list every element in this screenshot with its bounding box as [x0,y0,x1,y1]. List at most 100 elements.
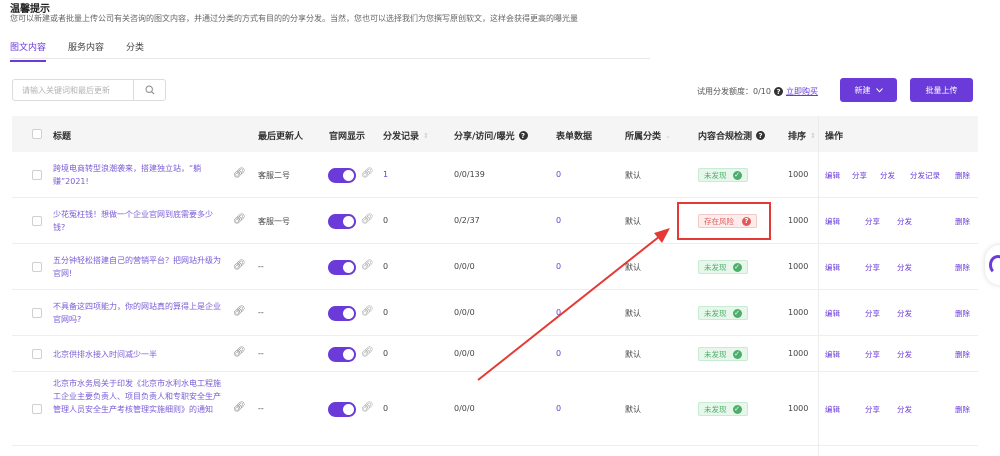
row-action-1[interactable]: 分享 [865,308,880,319]
row-form-data[interactable]: 0 [556,170,561,179]
link-icon[interactable]: 🔗︎ [233,306,246,317]
search-button[interactable] [133,80,165,100]
row-action-0[interactable]: 编辑 [825,262,840,273]
buy-now-link[interactable]: 立即购买 [786,86,818,97]
row-action-2[interactable]: 分发 [897,216,912,227]
content-management-page: 温馨提示 您可以新建或者批量上传公司有关咨询的图文内容，并通过分类的方式有目的的… [0,0,1000,456]
search-input[interactable] [13,80,134,100]
row-checkbox[interactable] [32,349,42,359]
check-icon: ✓ [732,262,742,272]
row-title[interactable]: 北京供排水接入时间减少一半 [53,348,225,361]
help-icon[interactable]: ? [756,131,766,140]
row-share-stats: 0/0/0 [454,262,475,271]
site-display-toggle[interactable] [328,401,356,417]
row-action-3[interactable]: 删除 [955,349,970,360]
link-icon[interactable]: 🔗︎ [233,260,246,271]
row-action-2[interactable]: 分发 [897,349,912,360]
row-action-4[interactable]: 删除 [955,170,970,181]
row-dist-records[interactable]: 1 [383,170,388,179]
row-action-0[interactable]: 编辑 [825,349,840,360]
row-action-2[interactable]: 分发 [897,308,912,319]
link-icon[interactable]: 🔗︎ [361,260,374,271]
row-action-3[interactable]: 分发记录 [910,170,940,181]
col-category[interactable]: 所属分类 ⌄ [625,129,671,143]
row-form-data[interactable]: 0 [556,308,561,317]
row-sort: 1000 [788,216,809,225]
customer-service-widget[interactable] [985,245,1000,285]
row-title[interactable]: 不具备这四项能力，你的网站真的算得上是企业官网吗? [53,300,225,326]
row-action-3[interactable]: 删除 [955,404,970,415]
sort-icon: ⇕ [423,131,429,140]
link-icon[interactable]: 🔗︎ [233,168,246,179]
row-sort: 1000 [788,262,809,271]
table-row: 北京供排水接入时间减少一半 🔗︎ -- 🔗︎ 0 0/0/0 0 默认 未发现 ✓ 1000 编辑 分享… [12,336,978,372]
row-action-0[interactable]: 编辑 [825,404,840,415]
row-action-3[interactable]: 删除 [955,308,970,319]
link-icon[interactable]: 🔗︎ [233,347,246,358]
row-category: 默认 [625,217,641,226]
site-display-toggle[interactable] [328,167,356,183]
row-title[interactable]: 少花冤枉钱！想做一个企业官网到底需要多少钱? [53,208,225,234]
row-dist-records: 0 [383,308,389,317]
table-row: 北京市水务局关于印发《北京市水利水电工程施工企业主要负责人、项目负责人和专职安全… [12,372,978,446]
select-all-checkbox[interactable] [32,129,42,139]
row-checkbox[interactable] [32,170,42,180]
link-icon[interactable]: 🔗︎ [361,214,374,225]
link-icon[interactable]: 🔗︎ [361,402,374,413]
row-updater: 客服一号 [258,217,290,226]
new-button[interactable]: 新建 [840,78,897,102]
row-checkbox[interactable] [32,262,42,272]
row-action-1[interactable]: 分享 [865,216,880,227]
link-icon[interactable]: 🔗︎ [361,306,374,317]
row-title[interactable]: 跨境电商转型浪潮袭来，搭建独立站，“躺赚”2021! [53,162,225,188]
row-action-1[interactable]: 分享 [865,349,880,360]
col-dist-records[interactable]: 分发记录 ⇕ [383,129,429,143]
row-action-2[interactable]: 分发 [897,404,912,415]
col-sort[interactable]: 排序 ⇕ [788,129,816,143]
row-category: 默认 [625,405,641,414]
help-icon[interactable]: ? [773,87,783,96]
row-action-1[interactable]: 分享 [865,404,880,415]
row-category: 默认 [625,171,641,180]
row-action-2[interactable]: 分发 [880,170,895,181]
compliance-ok-badge: 未发现 ✓ [698,347,748,361]
row-action-1[interactable]: 分享 [852,170,867,181]
row-title[interactable]: 北京市水务局关于印发《北京市水利水电工程施工企业主要负责人、项目负责人和专职安全… [53,377,225,416]
col-site-display: 官网显示 [329,132,366,142]
row-checkbox[interactable] [32,216,42,226]
row-updater: -- [258,308,264,317]
row-sort: 1000 [788,404,809,413]
row-checkbox[interactable] [32,404,42,414]
risk-highlight-box [677,202,771,240]
row-form-data[interactable]: 0 [556,349,561,358]
col-compliance: 内容合规检测? [698,129,766,142]
link-icon[interactable]: 🔗︎ [361,347,374,358]
row-action-3[interactable]: 删除 [955,262,970,273]
site-display-toggle[interactable] [328,213,356,229]
compliance-ok-badge: 未发现 ✓ [698,402,748,416]
row-action-0[interactable]: 编辑 [825,308,840,319]
row-form-data[interactable]: 0 [556,262,561,271]
row-action-0[interactable]: 编辑 [825,170,840,181]
batch-upload-button[interactable]: 批量上传 [910,78,973,102]
link-icon[interactable]: 🔗︎ [361,168,374,179]
row-action-1[interactable]: 分享 [865,262,880,273]
site-display-toggle[interactable] [328,305,356,321]
row-updater: -- [258,262,264,271]
table-row: 少花冤枉钱！想做一个企业官网到底需要多少钱? 🔗︎ 客服一号 🔗︎ 0 0/2/37 0 默认… [12,198,978,244]
link-icon[interactable]: 🔗︎ [233,214,246,225]
quota-info: 试用分发额度：0/10 ? 立即购买 [697,86,818,97]
row-form-data[interactable]: 0 [556,216,561,225]
row-form-data[interactable]: 0 [556,404,561,413]
row-action-0[interactable]: 编辑 [825,216,840,227]
site-display-toggle[interactable] [328,346,356,362]
row-checkbox[interactable] [32,308,42,318]
search-icon [145,85,154,95]
row-sort: 1000 [788,170,809,179]
link-icon[interactable]: 🔗︎ [233,402,246,413]
site-display-toggle[interactable] [328,259,356,275]
row-action-2[interactable]: 分发 [897,262,912,273]
help-icon[interactable]: ? [518,131,528,140]
row-title[interactable]: 五分钟轻松搭建自己的营销平台？把网站升级为官网! [53,254,225,280]
row-action-3[interactable]: 删除 [955,216,970,227]
